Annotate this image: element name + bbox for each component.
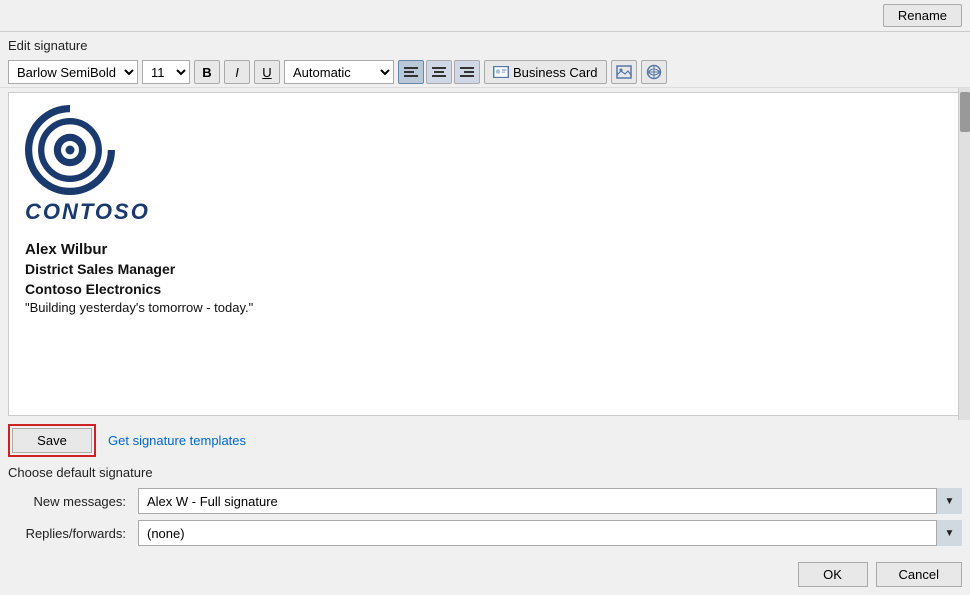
person-company: Contoso Electronics bbox=[25, 280, 945, 300]
signature-editor[interactable]: CONTOSO Alex Wilbur District Sales Manag… bbox=[8, 92, 962, 416]
replies-select-wrapper: (none) ▼ bbox=[138, 520, 962, 546]
business-card-icon bbox=[493, 66, 509, 78]
font-size-select[interactable]: 11 bbox=[142, 60, 190, 84]
new-messages-select[interactable]: Alex W - Full signature bbox=[138, 488, 962, 514]
new-messages-row: New messages: Alex W - Full signature ▼ bbox=[8, 488, 962, 514]
color-select[interactable]: Automatic bbox=[284, 60, 394, 84]
formatting-toolbar: Barlow SemiBold 11 B I U Automatic bbox=[0, 57, 970, 88]
align-center-button[interactable] bbox=[426, 60, 452, 84]
vertical-scrollbar[interactable] bbox=[958, 88, 970, 420]
bottom-controls: Save Get signature templates bbox=[0, 420, 970, 457]
dialog-footer: OK Cancel bbox=[0, 556, 970, 595]
editor-wrapper: CONTOSO Alex Wilbur District Sales Manag… bbox=[0, 88, 970, 420]
save-button-wrapper: Save bbox=[8, 424, 96, 457]
ok-button[interactable]: OK bbox=[798, 562, 868, 587]
align-right-button[interactable] bbox=[454, 60, 480, 84]
default-signature-title: Choose default signature bbox=[8, 465, 962, 480]
font-family-select[interactable]: Barlow SemiBold bbox=[8, 60, 138, 84]
replies-row: Replies/forwards: (none) ▼ bbox=[8, 520, 962, 546]
business-card-label: Business Card bbox=[513, 65, 598, 80]
scrollbar-handle[interactable] bbox=[960, 92, 970, 132]
rename-button[interactable]: Rename bbox=[883, 4, 962, 27]
top-bar: Rename bbox=[0, 0, 970, 32]
cancel-button[interactable]: Cancel bbox=[876, 562, 962, 587]
person-name: Alex Wilbur bbox=[25, 239, 945, 260]
replies-select[interactable]: (none) bbox=[138, 520, 962, 546]
replies-label: Replies/forwards: bbox=[8, 526, 138, 541]
person-title: District Sales Manager bbox=[25, 260, 945, 280]
new-messages-label: New messages: bbox=[8, 494, 138, 509]
insert-hyperlink-button[interactable] bbox=[641, 60, 667, 84]
new-messages-select-wrapper: Alex W - Full signature ▼ bbox=[138, 488, 962, 514]
signature-quote: "Building yesterday's tomorrow - today." bbox=[25, 299, 945, 317]
align-group bbox=[398, 60, 480, 84]
bold-button[interactable]: B bbox=[194, 60, 220, 84]
save-button[interactable]: Save bbox=[12, 428, 92, 453]
company-name-text: CONTOSO bbox=[25, 199, 150, 225]
contoso-circle-icon bbox=[25, 105, 115, 195]
default-signature-section: Choose default signature New messages: A… bbox=[0, 457, 970, 556]
edit-signature-label: Edit signature bbox=[0, 32, 970, 57]
insert-picture-button[interactable] bbox=[611, 60, 637, 84]
main-container: Rename Edit signature Barlow SemiBold 11… bbox=[0, 0, 970, 595]
contoso-logo: CONTOSO bbox=[25, 105, 945, 225]
align-left-button[interactable] bbox=[398, 60, 424, 84]
get-templates-link[interactable]: Get signature templates bbox=[108, 433, 246, 448]
italic-button[interactable]: I bbox=[224, 60, 250, 84]
business-card-button[interactable]: Business Card bbox=[484, 60, 607, 84]
underline-button[interactable]: U bbox=[254, 60, 280, 84]
